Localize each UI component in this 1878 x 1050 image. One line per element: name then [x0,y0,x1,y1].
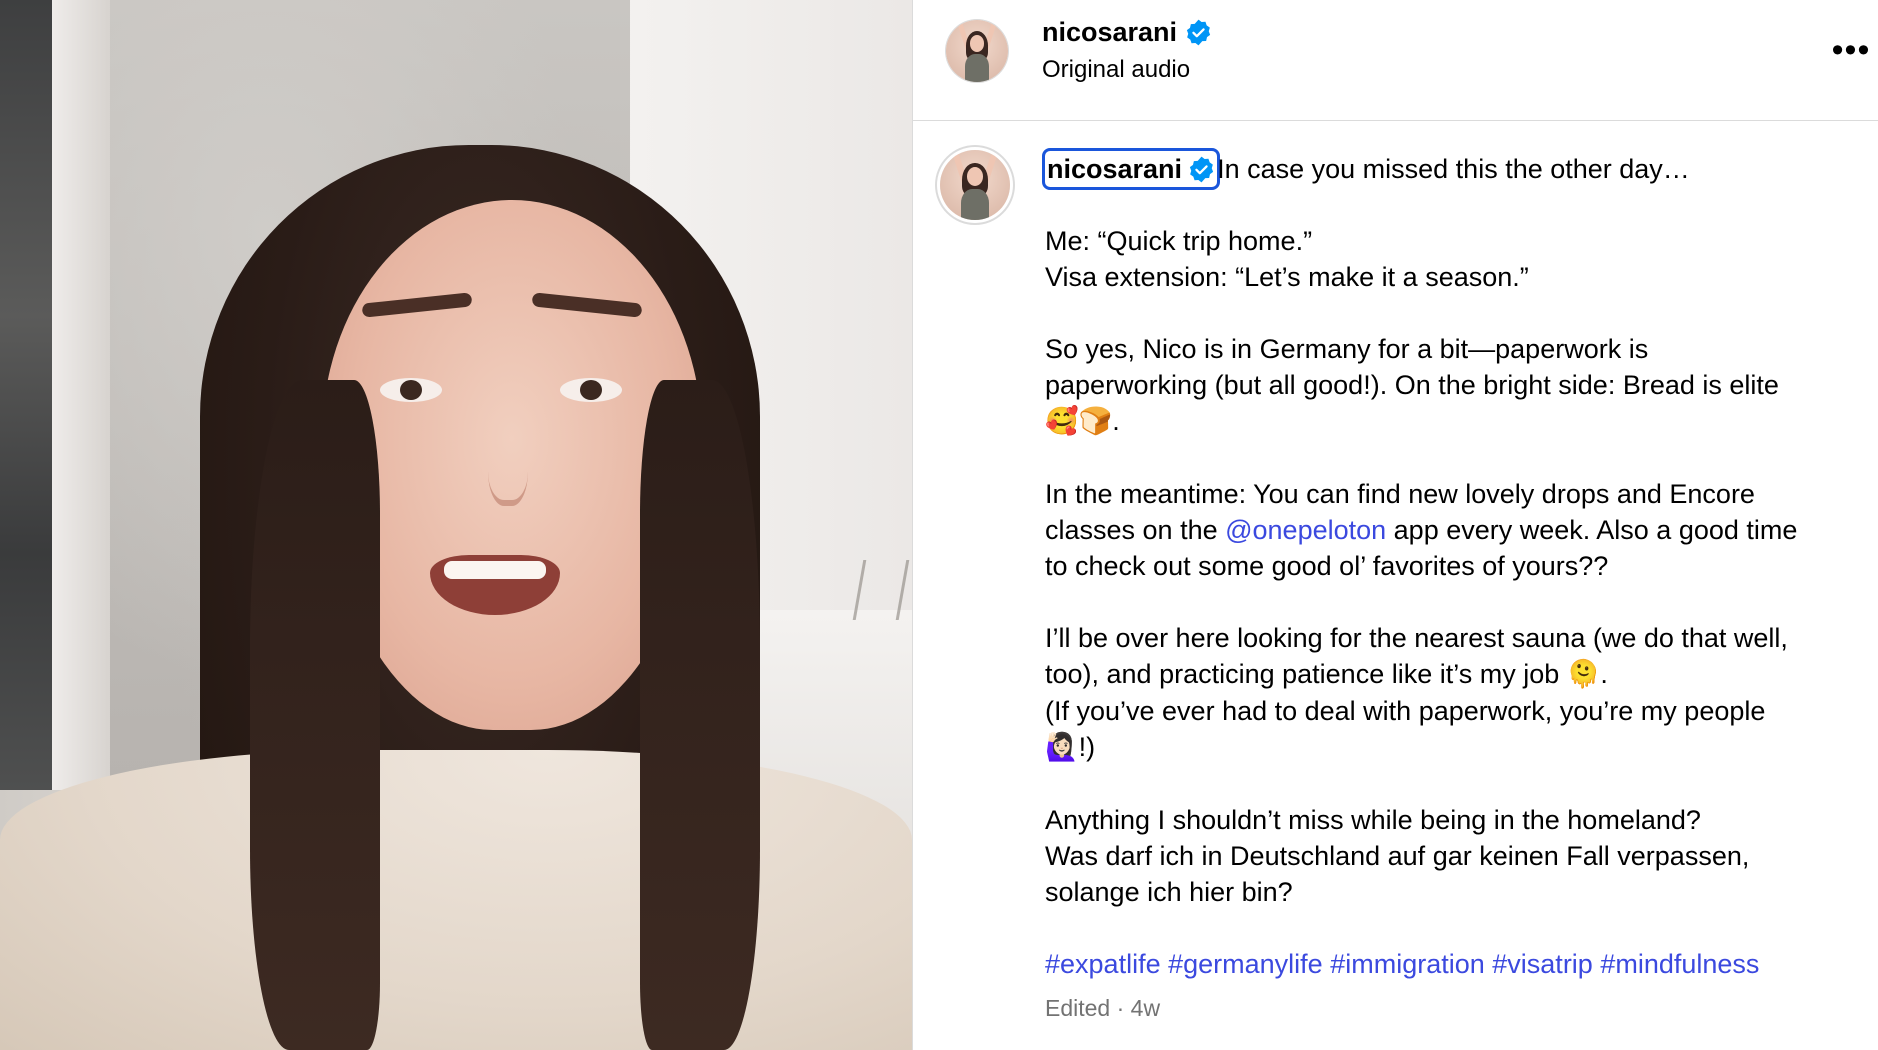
hashtag-link[interactable]: #germanylife [1168,949,1323,979]
caption-paragraph-1: nicosarani In case you missed this the o… [1041,148,1865,190]
hashtag-row: #expatlife #germanylife #immigration #vi… [1045,946,1865,982]
mention-link-onepeloton[interactable]: @onepeloton [1225,515,1386,545]
melting-face-emoji: 🫠 [1566,659,1601,690]
hashtag-link[interactable]: #visatrip [1492,949,1593,979]
caption-line: 🙋🏻‍♀️!) [1045,729,1865,766]
caption-line: solange ich hier bin? [1045,877,1293,907]
header-avatar[interactable] [946,20,1008,82]
caption-paragraph-5: I’ll be over here looking for the neares… [1045,620,1865,766]
caption-line: I’ll be over here looking for the neares… [1045,623,1788,653]
caption-line: paperworking (but all good!). On the bri… [1045,370,1779,400]
caption-avatar[interactable] [940,150,1010,220]
caption-punctuation: !) [1078,732,1096,762]
caption-paragraph-2: Me: “Quick trip home.” Visa extension: “… [1045,223,1865,295]
nose [488,420,528,506]
person-raising-hand-emoji: 🙋🏻‍♀️ [1045,732,1079,763]
smiling-hearts-bread-emoji: 🥰🍞 [1045,406,1113,437]
header-username-row[interactable]: nicosarani [1042,14,1212,50]
hashtag-link[interactable]: #immigration [1330,949,1485,979]
caption-paragraph-3: So yes, Nico is in Germany for a bit—pap… [1045,331,1865,440]
header-username[interactable]: nicosarani [1042,17,1177,48]
caption-line: Me: “Quick trip home.” [1045,226,1313,256]
left-eye [380,378,442,402]
caption-line: In the meantime: You can find new lovely… [1045,479,1755,509]
verified-badge-icon [1185,19,1212,46]
reel-video[interactable] [0,0,912,1050]
caption-paragraph-6: Anything I shouldn’t miss while being in… [1045,802,1865,910]
caption-text: nicosarani In case you missed this the o… [1041,148,1865,1018]
caption-line: to check out some good ol’ favorites of … [1045,551,1609,581]
caption-text-fragment: app every week. Also a good time [1386,515,1798,545]
person-shirt [0,750,912,1050]
caption-text-fragment: classes on the [1045,515,1226,545]
wall-frame [52,0,110,790]
caption-line: Was darf ich in Deutschland auf gar kein… [1045,841,1750,871]
caption-line: Anything I shouldn’t miss while being in… [1045,805,1701,835]
caption-punctuation: . [1600,659,1608,689]
caption-paragraph-4: In the meantime: You can find new lovely… [1045,476,1865,584]
caption-line: (If you’ve ever had to deal with paperwo… [1045,696,1766,726]
caption-line: classes on the @onepeloton app every wee… [1045,512,1865,548]
verified-badge-icon [1188,156,1215,183]
hair-strand-left [250,380,380,1050]
more-options-icon[interactable]: ••• [1831,30,1871,70]
hashtag-link[interactable]: #mindfulness [1600,949,1759,979]
caption-line: So yes, Nico is in Germany for a bit—pap… [1045,334,1649,364]
right-eye [560,378,622,402]
hashtag-link[interactable]: #expatlife [1045,949,1161,979]
post-meta-edited-time: Edited · 4w [1045,995,1161,1021]
caption-line: 🥰🍞. [1045,403,1865,440]
caption-first-line: In case you missed this the other day… [1217,154,1690,184]
caption-username-link[interactable]: nicosarani [1041,148,1221,190]
caption-line: Visa extension: “Let’s make it a season.… [1045,262,1529,292]
caption-username[interactable]: nicosarani [1047,151,1182,187]
post-side-panel: nicosarani Original audio ••• nicosarani… [912,0,1878,1050]
audio-label[interactable]: Original audio [1042,56,1190,84]
post-header: nicosarani Original audio ••• [913,0,1878,121]
caption-line: too), and practicing patience like it’s … [1045,656,1865,693]
caption-punctuation: . [1112,406,1120,436]
caption-text-fragment: too), and practicing patience like it’s … [1045,659,1567,689]
hair-strand-right [640,380,760,1050]
